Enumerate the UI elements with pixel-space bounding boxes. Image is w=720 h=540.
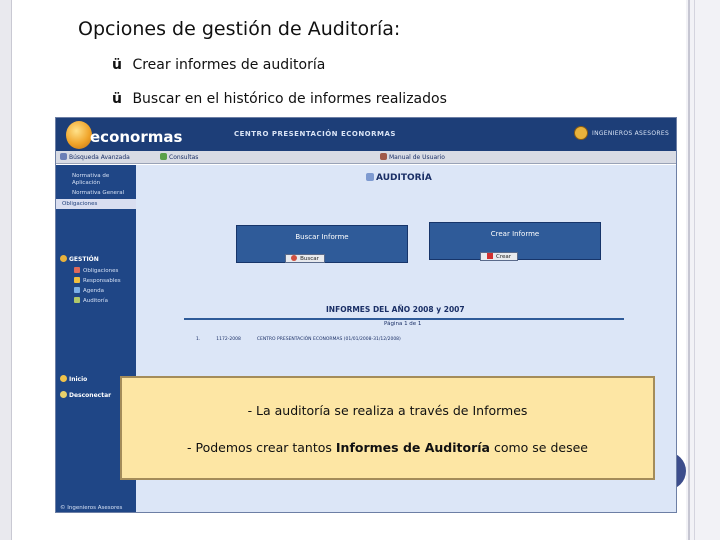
bullet-crear-informes: ü Crear informes de auditoría xyxy=(112,57,325,73)
row-center: CENTRO PRESENTACIÓN ECONORMAS (01/01/200… xyxy=(256,337,401,342)
brand-icon xyxy=(574,126,588,140)
buscar-informe-label: Buscar Informe xyxy=(295,233,349,241)
sidebar-item-desconectar[interactable]: Desconectar xyxy=(60,391,111,399)
crear-button[interactable]: Crear xyxy=(480,252,518,261)
slide-frame-left xyxy=(0,0,12,540)
search-icon xyxy=(60,153,67,160)
reports-divider xyxy=(184,318,624,320)
sidebar-item-responsables[interactable]: Responsables xyxy=(74,277,121,284)
sidebar-item-auditoria[interactable]: Auditoría xyxy=(74,297,108,304)
header-center-title: CENTRO PRESENTACIÓN ECONORMAS xyxy=(234,130,396,138)
buscar-button[interactable]: Buscar xyxy=(285,254,325,263)
home-icon xyxy=(60,375,67,382)
calendar-icon xyxy=(74,287,80,293)
note-box: - La auditoría se realiza a través de In… xyxy=(120,376,655,480)
search-icon xyxy=(291,255,298,261)
header-brand: INGENIEROS ASESORES xyxy=(592,130,670,137)
auditoria-icon xyxy=(74,297,80,303)
section-label: GESTIÓN xyxy=(69,256,99,263)
slide-title: Opciones de gestión de Auditoría: xyxy=(78,18,401,40)
sidebar-item-label: Agenda xyxy=(83,288,104,294)
nav-busqueda-avanzada[interactable]: Búsqueda Avanzada xyxy=(60,153,130,161)
sidebar-item-inicio[interactable]: Inicio xyxy=(60,375,87,383)
auditoria-icon xyxy=(366,173,374,181)
note-line-1: - La auditoría se realiza a través de In… xyxy=(247,403,528,418)
note-line-2-bold: Informes de Auditoría xyxy=(335,440,490,455)
app-logo[interactable]: econormas xyxy=(60,120,182,150)
sidebar-item-label: Obligaciones xyxy=(83,268,119,274)
note-line-2: - Podemos crear tantos Informes de Audit… xyxy=(122,440,653,455)
sidebar-item-agenda[interactable]: Agenda xyxy=(74,287,104,294)
sidebar-item-label: Responsables xyxy=(83,278,121,284)
footer-text: © Ingenieros Asesores xyxy=(60,505,123,511)
app-header: econormas CENTRO PRESENTACIÓN ECONORMAS … xyxy=(56,118,676,151)
bullet-buscar-historico: ü Buscar en el histórico de informes rea… xyxy=(112,91,447,107)
check-icon: ü xyxy=(112,91,122,107)
sidebar-item-obligaciones[interactable]: Obligaciones xyxy=(56,199,136,209)
table-row[interactable]: 1. 1172-2008 CENTRO PRESENTACIÓN ECONORMAS… xyxy=(196,337,417,342)
bullet-text: Buscar en el histórico de informes reali… xyxy=(132,91,447,107)
logo-icon xyxy=(66,121,92,149)
consultas-icon xyxy=(160,153,167,160)
nav-manual-usuario[interactable]: Manual de Usuario xyxy=(380,153,445,161)
nav-label: Consultas xyxy=(169,154,199,161)
nav-label: Búsqueda Avanzada xyxy=(69,154,130,161)
button-label: Buscar xyxy=(300,256,319,262)
buscar-informe-panel: Buscar Informe Buscar xyxy=(236,225,408,263)
row-code: 1172-2008 xyxy=(216,337,241,342)
sidebar-item-label: Inicio xyxy=(69,376,88,383)
bullet-text: Crear informes de auditoría xyxy=(132,57,326,73)
crear-informe-panel: Crear Informe Crear xyxy=(429,222,601,261)
book-icon xyxy=(380,153,387,160)
note-line-2-pre: - Podemos crear tantos xyxy=(187,440,336,455)
sidebar-item-label: Auditoría xyxy=(83,298,108,304)
logo-text: econormas xyxy=(90,128,183,146)
status-bar: © Ingenieros Asesores xyxy=(56,504,136,512)
reports-title: INFORMES DEL AÑO 2008 y 2007 xyxy=(326,305,465,314)
sidebar-item-gestion-obligaciones[interactable]: Obligaciones xyxy=(74,267,118,274)
obligaciones-icon xyxy=(74,267,80,273)
slide-frame-right xyxy=(686,0,720,540)
button-label: Crear xyxy=(496,254,511,260)
nav-label: Manual de Usuario xyxy=(389,154,445,161)
page-indicator: Página 1 de 1 xyxy=(384,321,422,327)
gestion-icon xyxy=(60,255,67,262)
nav-consultas[interactable]: Consultas xyxy=(160,153,198,161)
note-line-2-post: como se desee xyxy=(489,440,588,455)
responsables-icon xyxy=(74,277,80,283)
page-title: AUDITORÍA xyxy=(366,173,432,183)
sidebar-item-normativa-general[interactable]: Normativa General xyxy=(72,190,134,197)
pencil-icon xyxy=(487,253,493,259)
crear-informe-label: Crear Informe xyxy=(490,230,540,238)
sidebar-item-normativa-aplicacion[interactable]: Normativa de Aplicación xyxy=(72,173,134,187)
page-title-text: AUDITORÍA xyxy=(376,173,432,183)
sidebar-section-gestion: GESTIÓN xyxy=(60,255,99,263)
top-nav: Búsqueda Avanzada Consultas Manual de Us… xyxy=(56,151,676,164)
sidebar-item-label: Desconectar xyxy=(69,392,112,399)
row-index: 1. xyxy=(196,337,201,342)
sidebar-item-label: Obligaciones xyxy=(62,201,98,207)
logout-icon xyxy=(60,391,67,398)
check-icon: ü xyxy=(112,57,122,73)
